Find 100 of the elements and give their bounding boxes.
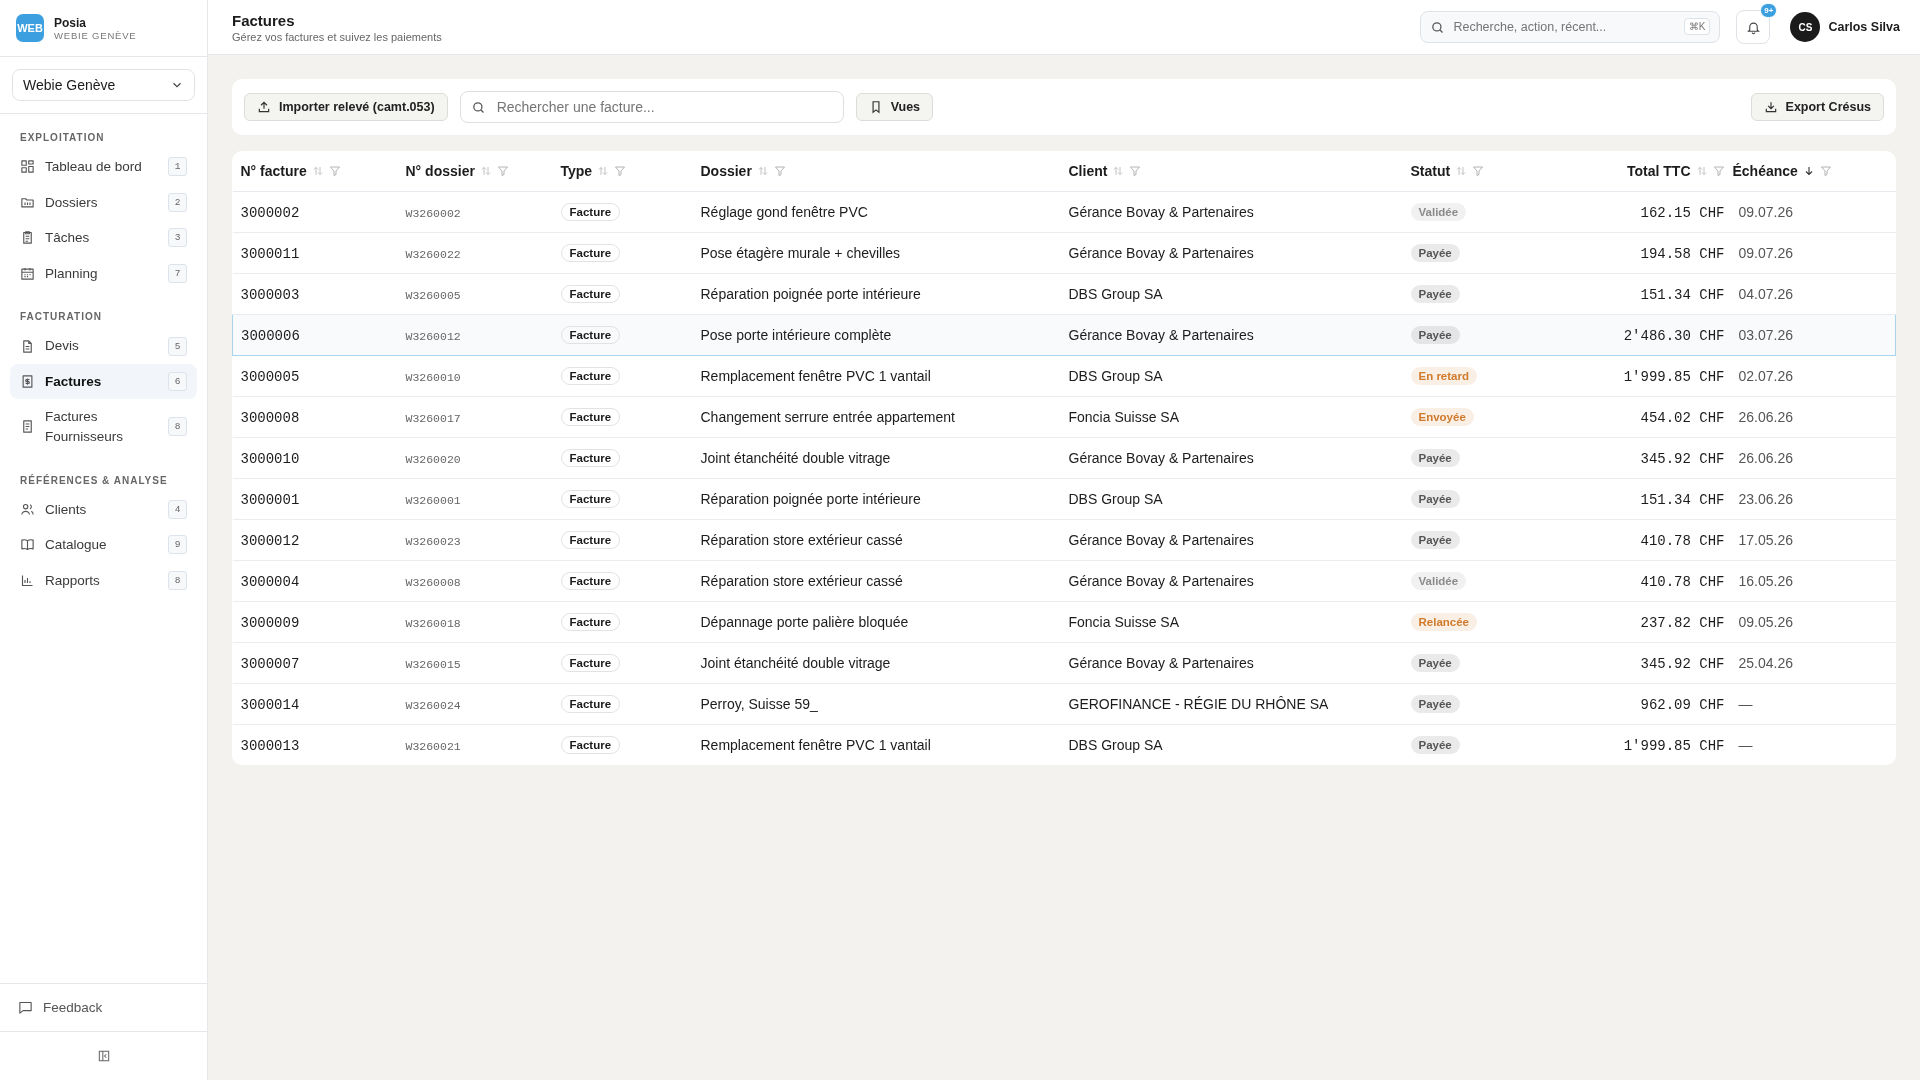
sidebar-item[interactable]: Tableau de bord 1 — [10, 149, 197, 185]
invoice-number: 3000004 — [240, 573, 300, 590]
count-badge: 2 — [168, 192, 187, 212]
sidebar-item[interactable]: Devis 5 — [10, 328, 197, 364]
table-row[interactable]: 3000003 W3260005 Facture Réparation poignée porte intérieure DBS Group SA Payée 151.34 CHF 04.07.26 — [232, 273, 1896, 315]
table-cell: Gérance Bovay & Partenaires — [1068, 655, 1254, 671]
count-badge: 7 — [168, 263, 187, 283]
column-header[interactable]: N° facture — [240, 163, 307, 179]
count-badge: 8 — [168, 570, 187, 590]
collapse-sidebar-icon[interactable] — [96, 1049, 111, 1063]
notifications-button[interactable] — [1736, 10, 1771, 44]
chat-icon — [18, 1000, 33, 1015]
table-row[interactable]: 3000007 W3260015 Facture Joint étanchéité double vitrage Gérance Bovay & Partenaires Payée 345.92 CHF 25.04.26 — [232, 642, 1896, 684]
sidebar-item[interactable]: Rapports 8 — [10, 562, 197, 599]
filter-icon[interactable] — [773, 165, 786, 177]
table-row[interactable]: 3000009 W3260018 Facture Dépannage porte palière bloquée Foncia Suisse SA Relancée 237.82 CHF 09.05.26 — [232, 601, 1896, 643]
file-number: W3260018 — [405, 617, 461, 630]
amount-cell: 410.78 CHF — [1640, 532, 1725, 549]
table-cell: Joint étanchéité double vitrage — [700, 655, 891, 671]
amount-cell: 454.02 CHF — [1640, 409, 1725, 426]
invoice-search-field[interactable]: Rechercher une facture... — [459, 91, 844, 123]
table-row[interactable]: 3000014 W3260024 Facture Perroy, Suisse 59_ GEROFINANCE - RÉGIE DU RHÔNE SA Payée 962.09 CHF — — [232, 683, 1896, 725]
sidebar-item[interactable]: Catalogue 9 — [10, 527, 197, 563]
table-cell: DBS Group SA — [1068, 286, 1163, 302]
sort-icon[interactable] — [311, 165, 324, 177]
section-title: EXPLOITATION — [19, 131, 106, 145]
column-header[interactable]: Dossier — [700, 163, 752, 179]
section-title: RÉFÉRENCES & ANALYSE — [19, 473, 169, 488]
sort-icon[interactable] — [1695, 165, 1708, 177]
table-cell: Gérance Bovay & Partenaires — [1068, 532, 1254, 548]
table-row[interactable]: 3000012 W3260023 Facture Réparation store extérieur cassé Gérance Bovay & Partenaires Payée 410.78 CHF 17.05.26 — [232, 519, 1896, 561]
sidebar-item[interactable]: Clients 4 — [10, 491, 197, 528]
sidebar-item[interactable]: Dossiers 2 — [10, 184, 197, 221]
table-row[interactable]: 3000002 W3260002 Facture Réglage gond fenêtre PVC Gérance Bovay & Partenaires Validée 162.15 CHF 09.07.26 — [232, 191, 1896, 233]
count-badge: 3 — [168, 228, 187, 248]
table-cell: Foncia Suisse SA — [1068, 614, 1179, 630]
filter-icon[interactable] — [614, 165, 627, 177]
filter-icon[interactable] — [1712, 165, 1725, 177]
date-cell: 17.05.26 — [1738, 532, 1793, 548]
date-cell: 26.06.26 — [1738, 450, 1793, 466]
workspace-select[interactable]: Webie Genève — [12, 69, 195, 101]
shortcut-hint: ⌘K — [1683, 18, 1711, 35]
section-title: FACTURATION — [19, 310, 103, 325]
table-cell: Remplacement fenêtre PVC 1 vantail — [700, 737, 931, 753]
file-number: W3260015 — [405, 658, 461, 671]
amount-cell: 151.34 CHF — [1640, 286, 1725, 303]
table-row[interactable]: 3000006 W3260012 Facture Pose porte intérieure complète Gérance Bovay & Partenaires Payée 2'486.30 CHF 03.07.26 — [232, 314, 1896, 356]
page-title: Factures — [232, 11, 296, 29]
status-tag: Validée — [1410, 572, 1467, 590]
table-cell: Gérance Bovay & Partenaires — [1068, 327, 1254, 343]
invoice-icon — [20, 374, 35, 390]
table-cell: DBS Group SA — [1068, 737, 1163, 753]
sort-icon[interactable] — [1112, 165, 1125, 177]
table-row[interactable]: 3000005 W3260010 Facture Remplacement fenêtre PVC 1 vantail DBS Group SA En retard 1'999.85 CHF 02.07.26 — [232, 355, 1896, 397]
views-button[interactable]: Vues — [855, 93, 934, 121]
invoice-number: 3000006 — [241, 327, 300, 344]
sidebar-item[interactable]: Tâches 3 — [10, 220, 197, 256]
status-tag: Relancée — [1410, 613, 1477, 631]
column-header[interactable]: Échéance — [1732, 163, 1798, 179]
sidebar-item[interactable]: Factures Fournisseurs 8 — [10, 399, 197, 455]
column-header[interactable]: Type — [560, 163, 593, 179]
date-cell: 09.07.26 — [1738, 245, 1793, 261]
filter-icon[interactable] — [1129, 165, 1142, 177]
table-row[interactable]: 3000008 W3260017 Facture Changement serrure entrée appartement Foncia Suisse SA Envoyée 454.02 CHF 26.06.26 — [232, 396, 1896, 438]
table-row[interactable]: 3000013 W3260021 Facture Remplacement fenêtre PVC 1 vantail DBS Group SA Payée 1'999.85 CHF — — [232, 724, 1896, 765]
filter-icon[interactable] — [328, 165, 341, 177]
table-row[interactable]: 3000001 W3260001 Facture Réparation poignée porte intérieure DBS Group SA Payée 151.34 CHF 23.06.26 — [232, 478, 1896, 520]
page-subtitle: Gérez vos factures et suivez les paiements — [232, 30, 442, 43]
export-button[interactable]: Export Crésus — [1750, 93, 1884, 121]
user-avatar[interactable]: CS — [1790, 12, 1821, 42]
sidebar-item[interactable]: Planning 7 — [10, 255, 197, 292]
column-header[interactable]: Total TTC — [1627, 163, 1691, 179]
filter-icon[interactable] — [496, 165, 509, 177]
status-tag: Validée — [1410, 203, 1467, 221]
sidebar-item[interactable]: Factures 6 — [10, 363, 197, 400]
file-number: W3260023 — [405, 535, 461, 548]
column-header[interactable]: N° dossier — [405, 163, 475, 179]
filter-icon[interactable] — [1472, 165, 1485, 177]
sort-icon[interactable] — [1455, 165, 1468, 177]
status-tag: En retard — [1410, 367, 1477, 385]
amount-cell: 962.09 CHF — [1640, 696, 1725, 713]
amount-cell: 2'486.30 CHF — [1623, 327, 1725, 344]
table-row[interactable]: 3000004 W3260008 Facture Réparation store extérieur cassé Gérance Bovay & Partenaires Validée 410.78 CHF 16.05.26 — [232, 560, 1896, 602]
feedback-link[interactable]: Feedback — [0, 983, 207, 1031]
amount-cell: 345.92 CHF — [1640, 655, 1725, 672]
column-header[interactable]: Client — [1068, 163, 1108, 179]
table-cell: Réparation poignée porte intérieure — [700, 491, 921, 507]
invoice-number: 3000010 — [240, 450, 300, 467]
table-cell: Dépannage porte palière bloquée — [700, 614, 909, 630]
sort-icon[interactable] — [597, 165, 610, 177]
table-row[interactable]: 3000010 W3260020 Facture Joint étanchéité double vitrage Gérance Bovay & Partenaires Payée 345.92 CHF 26.06.26 — [232, 437, 1896, 479]
sort-icon[interactable] — [756, 165, 769, 177]
import-button[interactable]: Importer relevé (camt.053) — [244, 93, 448, 121]
file-number: W3260001 — [405, 494, 461, 507]
file-number: W3260020 — [405, 453, 461, 466]
filter-icon[interactable] — [1819, 165, 1832, 177]
table-row[interactable]: 3000011 W3260022 Facture Pose étagère murale + chevilles Gérance Bovay & Partenaires Payée 194.58 CHF 09.07.26 — [232, 232, 1896, 274]
sort-icon[interactable] — [479, 165, 492, 177]
logo: WEB — [16, 14, 44, 42]
column-header[interactable]: Statut — [1410, 163, 1451, 179]
